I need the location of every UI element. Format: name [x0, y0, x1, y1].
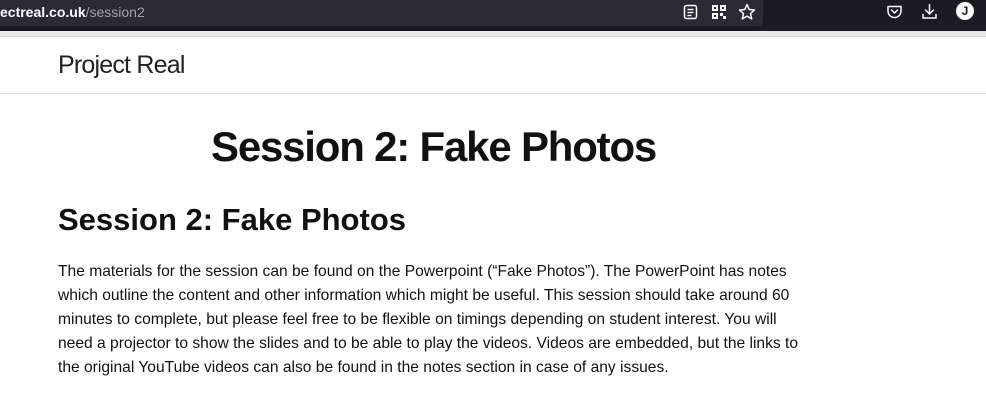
- session-description-paragraph: The materials for the session can be fou…: [58, 263, 799, 376]
- browser-toolbar: ectreal.co.uk/session2 J: [0, 0, 986, 31]
- download-icon[interactable]: [921, 3, 938, 20]
- section-heading: Session 2: Fake Photos: [58, 202, 406, 237]
- qr-code-icon[interactable]: [711, 4, 727, 20]
- site-title-link[interactable]: Project Real: [58, 51, 185, 80]
- pocket-icon[interactable]: [886, 4, 903, 20]
- reader-view-icon[interactable]: [683, 4, 698, 20]
- page-title: Session 2: Fake Photos: [211, 123, 657, 170]
- url-text[interactable]: ectreal.co.uk/session2: [0, 4, 145, 20]
- address-bar[interactable]: ectreal.co.uk/session2: [0, 0, 763, 26]
- url-path: /session2: [85, 4, 145, 20]
- site-header: Project Real: [0, 37, 986, 94]
- bookmark-star-icon[interactable]: [738, 3, 756, 21]
- account-avatar-icon[interactable]: J: [956, 2, 974, 20]
- url-host: ectreal.co.uk: [0, 4, 86, 20]
